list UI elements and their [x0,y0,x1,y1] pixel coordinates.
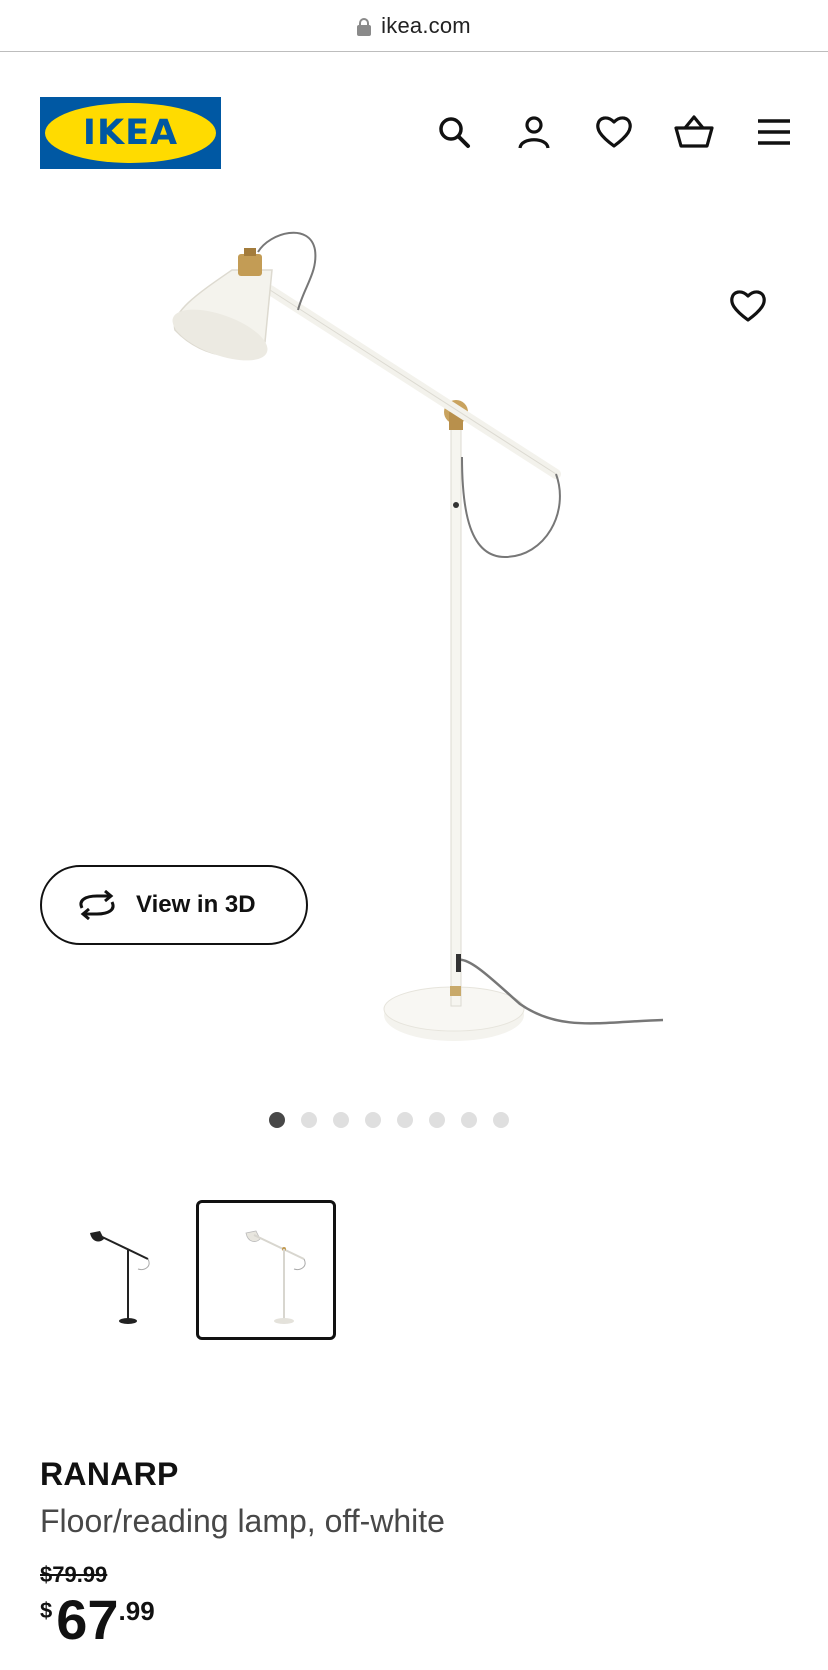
url-text[interactable]: ikea.com [381,13,471,39]
ikea-logo[interactable]: IKEA [40,97,221,169]
gallery-pagination [0,1112,828,1128]
gallery-dot[interactable] [365,1112,381,1128]
price-currency: $ [40,1598,53,1623]
black-lamp-image [90,1231,150,1324]
account-icon[interactable] [514,112,554,152]
logo-text: IKEA [82,113,179,153]
cart-icon[interactable] [674,112,714,152]
previous-price: $79.99 [40,1562,108,1587]
price-decimal: .99 [118,1596,155,1626]
site-header: IKEA [0,52,828,212]
search-icon[interactable] [434,112,474,152]
off-white-lamp-image [245,1230,306,1324]
view-in-3d-label: View in 3D [136,891,256,918]
rotate-3d-icon [79,890,115,920]
gallery-dot[interactable] [493,1112,509,1128]
product-description: Floor/reading lamp, off-white [40,1503,445,1539]
favorites-icon[interactable] [594,112,634,152]
browser-url-bar[interactable]: ikea.com [0,0,828,52]
gallery-dot[interactable] [333,1112,349,1128]
product-info: RANARP Floor/reading lamp, off-white $79… [40,1456,800,1648]
gallery-dot[interactable] [429,1112,445,1128]
gallery-dot[interactable] [301,1112,317,1128]
logo-oval: IKEA [45,103,216,163]
header-actions [434,112,794,152]
current-price: $ 67 .99 [40,1592,800,1648]
gallery-dot[interactable] [461,1112,477,1128]
lock-icon [357,17,372,36]
gallery-dot[interactable] [397,1112,413,1128]
heart-icon [730,290,766,322]
product-gallery[interactable]: View in 3D [0,212,828,1082]
menu-icon[interactable] [754,112,794,152]
black-lamp-thumbnail[interactable] [40,1200,180,1340]
add-to-favorites-button[interactable] [722,280,774,332]
view-in-3d-button[interactable]: View in 3D [40,865,308,945]
price-integer: 67 [56,1588,119,1651]
off-white-lamp-thumbnail[interactable] [196,1200,336,1340]
gallery-dot[interactable] [269,1112,285,1128]
product-image [172,231,664,1041]
variant-thumbnails [40,1200,336,1340]
product-name[interactable]: RANARP [40,1456,800,1493]
